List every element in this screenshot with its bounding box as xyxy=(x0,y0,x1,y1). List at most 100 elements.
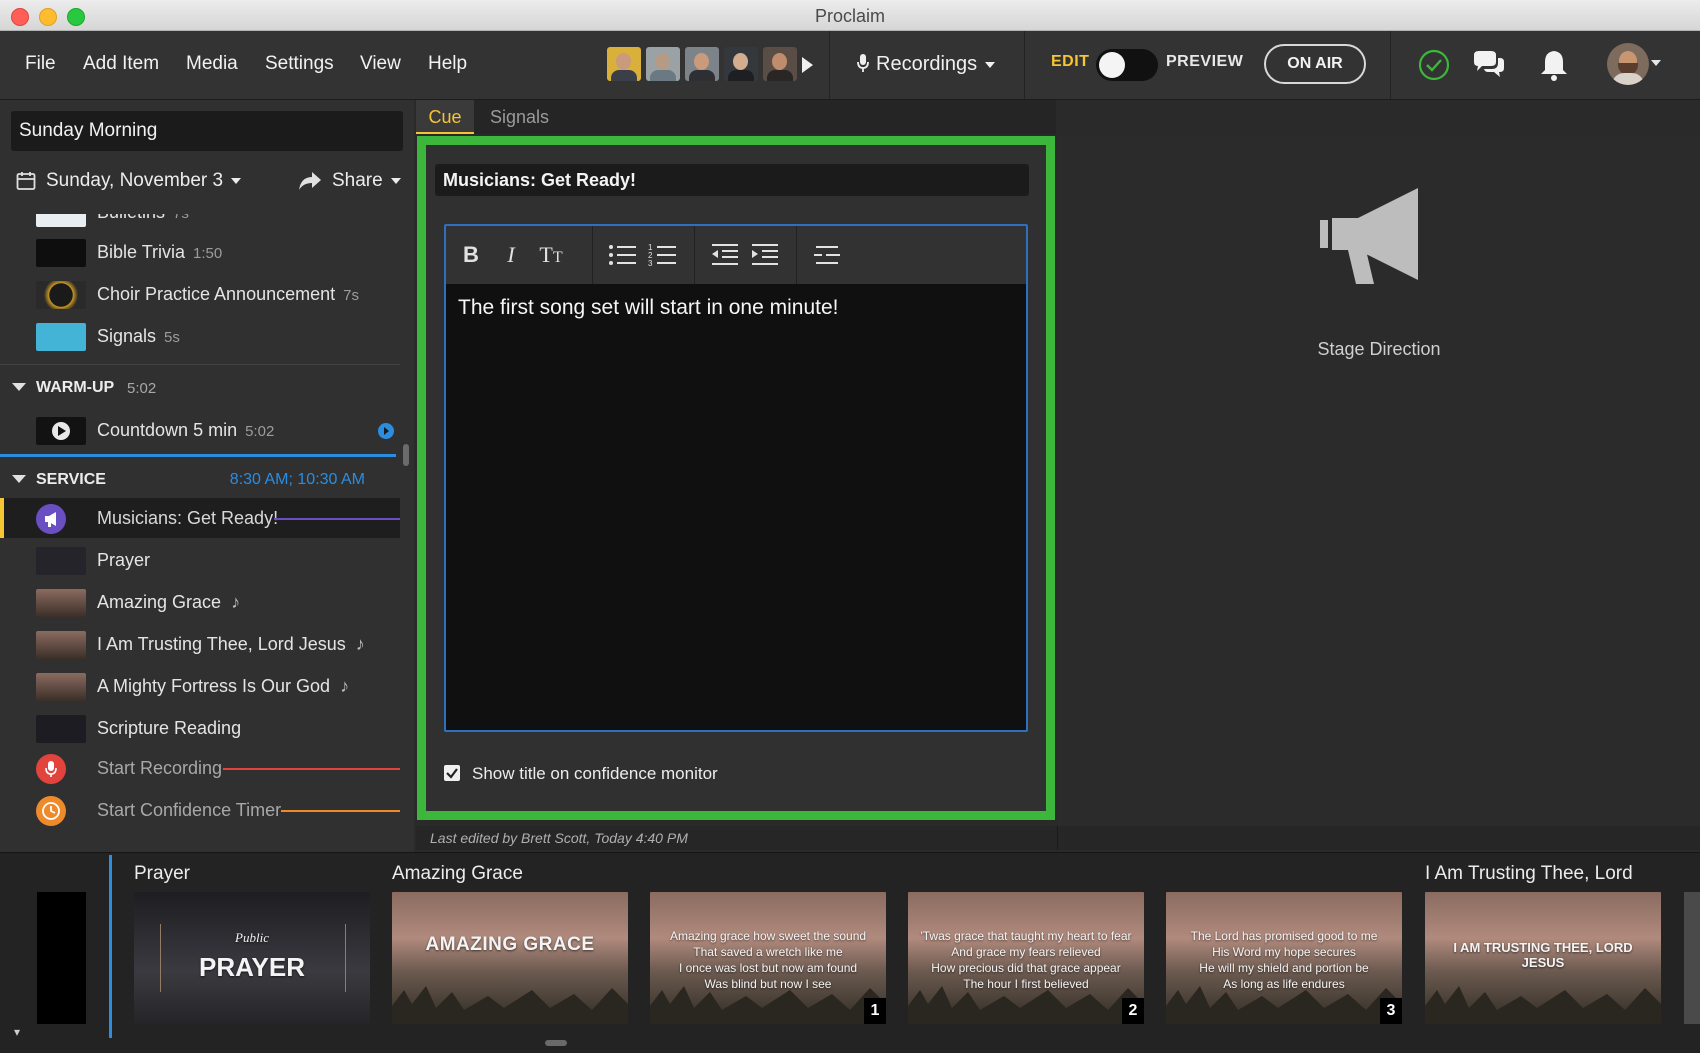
user-avatar[interactable] xyxy=(1607,43,1649,85)
preview-mode-label[interactable]: PREVIEW xyxy=(1166,53,1243,71)
live-position-marker xyxy=(109,855,112,1038)
slide-text: Public xyxy=(235,930,269,945)
slide-amazing-grace-2[interactable]: 'Twas grace that taught my heart to fear… xyxy=(908,892,1144,1024)
user-menu-chevron-icon[interactable] xyxy=(1651,60,1661,66)
tab-signals[interactable]: Signals xyxy=(490,100,549,134)
section-header-warm-up[interactable]: WARM-UP 5:02 xyxy=(0,368,400,408)
preview-item-type-label: Stage Direction xyxy=(1317,339,1441,359)
sidebar-scrollbar[interactable] xyxy=(403,444,409,466)
item-title: Scripture Reading xyxy=(97,718,242,738)
menu-settings[interactable]: Settings xyxy=(265,53,334,75)
team-member-avatar[interactable] xyxy=(763,47,797,81)
selected-indicator xyxy=(0,498,4,538)
autoplay-icon[interactable] xyxy=(377,422,395,440)
scripture-thumbnail xyxy=(36,715,86,743)
horizontal-rule-icon[interactable] xyxy=(810,239,844,271)
trees-graphic xyxy=(392,986,628,1024)
service-times[interactable]: 8:30 AM; 10:30 AM xyxy=(230,471,365,489)
menu-file[interactable]: File xyxy=(25,53,56,75)
list-item-start-recording[interactable]: Start Recording xyxy=(0,748,400,788)
lyric-line: And grace my fears relieved xyxy=(951,945,1101,959)
list-item-musicians-get-ready[interactable]: Musicians: Get Ready! xyxy=(0,498,400,538)
list-item-start-confidence-timer[interactable]: Start Confidence Timer xyxy=(0,790,400,830)
cue-body-text[interactable]: The first song set will start in one min… xyxy=(458,296,839,320)
rich-text-editor[interactable]: B I TT 1 2 3 The first song set will sta… xyxy=(444,224,1028,732)
list-item-bible-trivia[interactable]: Bible Trivia 1:50 xyxy=(0,232,400,272)
edit-mode-label[interactable]: EDIT xyxy=(1051,53,1089,71)
slide-i-am-trusting-thee-title[interactable]: I AM TRUSTING THEE, LORD JESUS xyxy=(1425,892,1661,1024)
blank-slide[interactable] xyxy=(37,892,86,1024)
team-member-avatar[interactable] xyxy=(607,47,641,81)
collapse-triangle-icon[interactable] xyxy=(12,475,26,483)
plan-name-field[interactable]: Sunday Morning xyxy=(11,111,403,151)
list-item-signals[interactable]: Signals 5s xyxy=(0,316,400,356)
item-title: Musicians: Get Ready! xyxy=(97,508,279,528)
window-titlebar: Proclaim xyxy=(0,0,1700,31)
filmstrip-group-label: Amazing Grace xyxy=(392,863,523,884)
list-item-scripture-reading[interactable]: Scripture Reading xyxy=(0,708,400,748)
menu-view[interactable]: View xyxy=(360,53,401,75)
recordings-dropdown[interactable]: Recordings xyxy=(856,53,996,76)
lyric-line: 'Twas grace that taught my heart to fear xyxy=(920,929,1132,943)
lyric-line: As long as life endures xyxy=(1223,977,1345,991)
list-item-amazing-grace[interactable]: Amazing Grace ♪ xyxy=(0,582,400,622)
chevron-down-icon xyxy=(390,177,401,184)
microphone-icon xyxy=(857,54,869,72)
play-circle-icon xyxy=(52,422,70,440)
team-member-avatar[interactable] xyxy=(646,47,680,81)
slide-amazing-grace-1[interactable]: Amazing grace how sweet the sound That s… xyxy=(650,892,886,1024)
section-name: SERVICE xyxy=(36,471,106,488)
slide-amazing-grace-title[interactable]: AMAZING GRACE xyxy=(392,892,628,1024)
menu-add-item[interactable]: Add Item xyxy=(83,53,159,75)
slide-prayer[interactable]: Public PRAYER xyxy=(134,892,370,1024)
sync-status-check-icon[interactable] xyxy=(1416,47,1452,83)
list-item-choir-practice[interactable]: Choir Practice Announcement 7s xyxy=(0,274,400,314)
numbered-list-icon[interactable]: 1 2 3 xyxy=(646,239,680,271)
countdown-thumbnail xyxy=(36,417,86,445)
bullet-list-icon[interactable] xyxy=(606,239,640,271)
on-air-button[interactable]: ON AIR xyxy=(1264,44,1366,84)
filmstrip-group-label: Prayer xyxy=(134,863,190,884)
notifications-bell-icon[interactable] xyxy=(1536,47,1572,83)
more-avatars-arrow-icon[interactable] xyxy=(802,57,813,73)
indent-icon[interactable] xyxy=(748,239,782,271)
team-member-avatar[interactable] xyxy=(724,47,758,81)
bold-button[interactable]: B xyxy=(454,239,488,271)
chat-icon[interactable] xyxy=(1471,47,1507,83)
item-duration: 5s xyxy=(164,329,180,346)
list-item-i-am-trusting-thee[interactable]: I Am Trusting Thee, Lord Jesus ♪ xyxy=(0,624,400,664)
lyric-line: Amazing grace how sweet the sound xyxy=(669,929,867,943)
slide-number: 1 xyxy=(864,998,886,1024)
italic-button[interactable]: I xyxy=(494,239,528,271)
expand-filmstrip-icon[interactable]: ▾ xyxy=(14,1025,20,1039)
list-item-prayer[interactable]: Prayer xyxy=(0,540,400,580)
edit-preview-toggle[interactable] xyxy=(1096,49,1158,81)
cue-title-input[interactable]: Musicians: Get Ready! xyxy=(435,164,1029,196)
section-divider xyxy=(0,364,400,365)
slide-filmstrip: Prayer Amazing Grace I Am Trusting Thee,… xyxy=(0,852,1700,1053)
collapse-triangle-icon[interactable] xyxy=(12,383,26,391)
menu-media[interactable]: Media xyxy=(186,53,238,75)
editor-status-bar: Last edited by Brett Scott, Today 4:40 P… xyxy=(416,826,1700,850)
list-item-a-mighty-fortress[interactable]: A Mighty Fortress Is Our God ♪ xyxy=(0,666,400,706)
show-title-label[interactable]: Show title on confidence monitor xyxy=(472,764,718,784)
outdent-icon[interactable] xyxy=(708,239,742,271)
current-position-marker xyxy=(0,454,396,457)
item-title: Start Confidence Timer xyxy=(97,800,282,820)
order-of-service-sidebar: Sunday Morning Sunday, November 3 Share … xyxy=(0,100,414,852)
tab-cue[interactable]: Cue xyxy=(416,100,474,134)
trees-graphic xyxy=(1425,986,1661,1024)
song-thumbnail xyxy=(36,589,86,617)
filmstrip-resize-handle[interactable] xyxy=(545,1040,567,1046)
menu-help[interactable]: Help xyxy=(428,53,467,75)
list-item-countdown[interactable]: Countdown 5 min 5:02 xyxy=(0,410,400,450)
share-dropdown[interactable]: Share xyxy=(332,170,401,192)
text-size-button[interactable]: TT xyxy=(534,239,568,271)
slide-amazing-grace-3[interactable]: The Lord has promised good to me His Wor… xyxy=(1166,892,1402,1024)
section-header-service[interactable]: SERVICE 8:30 AM; 10:30 AM xyxy=(0,460,400,500)
show-title-checkbox[interactable] xyxy=(444,765,460,781)
list-item-bulletins[interactable]: Bulletins 7s xyxy=(0,214,400,232)
next-slide-partial[interactable] xyxy=(1684,892,1700,1024)
service-date-dropdown[interactable]: Sunday, November 3 xyxy=(46,170,242,192)
team-member-avatar[interactable] xyxy=(685,47,719,81)
